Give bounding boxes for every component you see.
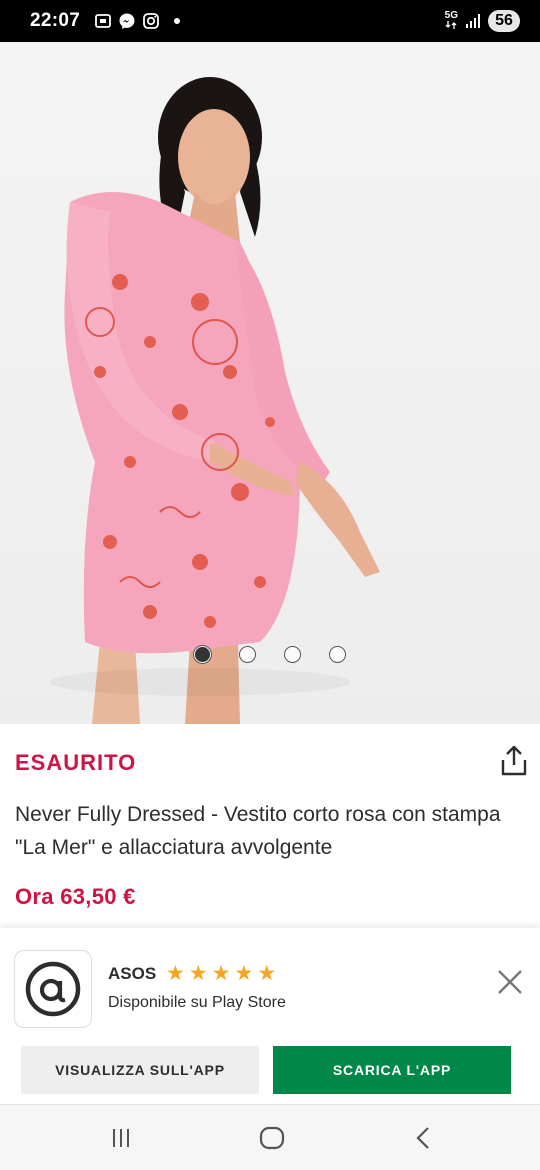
- signal-icon: [464, 12, 482, 30]
- sold-out-label: ESAURITO: [15, 750, 137, 775]
- app-rating-stars: ★ ★ ★ ★ ★: [166, 962, 276, 984]
- share-button[interactable]: [498, 744, 530, 778]
- close-icon: [498, 970, 522, 994]
- home-button[interactable]: [257, 1123, 287, 1153]
- product-photo: [50, 77, 380, 724]
- product-image-carousel[interactable]: [0, 42, 540, 724]
- status-time: 22:07: [30, 10, 81, 31]
- asos-a-icon: [25, 961, 81, 1017]
- product-title: Never Fully Dressed - Vestito corto rosa…: [15, 803, 501, 859]
- battery-level: 56: [488, 10, 520, 32]
- system-nav-bar: [0, 1104, 540, 1170]
- back-button[interactable]: [409, 1123, 439, 1153]
- status-notification-icons: [94, 12, 181, 30]
- star-icon: ★: [257, 961, 277, 985]
- carousel-dot[interactable]: [284, 646, 301, 663]
- view-in-app-button[interactable]: VISUALIZZA SULL'APP: [21, 1046, 259, 1094]
- network-label: 5G: [444, 9, 458, 21]
- carousel-dot[interactable]: [329, 646, 346, 663]
- home-icon: [259, 1126, 285, 1150]
- product-price: Ora 63,50 €: [15, 884, 136, 909]
- star-icon: ★: [234, 961, 254, 985]
- close-banner-button[interactable]: [492, 964, 528, 1000]
- status-system-icons: 5G 56: [445, 10, 520, 32]
- recents-icon: [113, 1129, 129, 1147]
- app-download-banner: ASOS ★ ★ ★ ★ ★ Disponibile su Play Store…: [0, 928, 540, 1104]
- network-type: 5G: [444, 9, 458, 32]
- star-icon: ★: [211, 961, 231, 985]
- asos-app-icon[interactable]: [14, 950, 92, 1028]
- app-name: ASOS: [108, 964, 157, 983]
- status-bar: 22:07 5G 56: [0, 0, 540, 42]
- star-icon: ★: [188, 961, 208, 985]
- back-icon: [416, 1127, 429, 1149]
- share-icon: [501, 745, 527, 776]
- star-icon: ★: [166, 961, 185, 985]
- carousel-dot[interactable]: [194, 646, 211, 663]
- notification-dot-icon: [174, 18, 181, 24]
- instagram-icon: [142, 12, 160, 30]
- app-availability: Disponibile su Play Store: [108, 994, 286, 1011]
- messenger-icon: [118, 12, 136, 30]
- download-app-button[interactable]: SCARICA L'APP: [273, 1046, 511, 1094]
- recents-button[interactable]: [106, 1123, 136, 1153]
- screenshot-icon: [94, 12, 112, 30]
- carousel-dot[interactable]: [239, 646, 256, 663]
